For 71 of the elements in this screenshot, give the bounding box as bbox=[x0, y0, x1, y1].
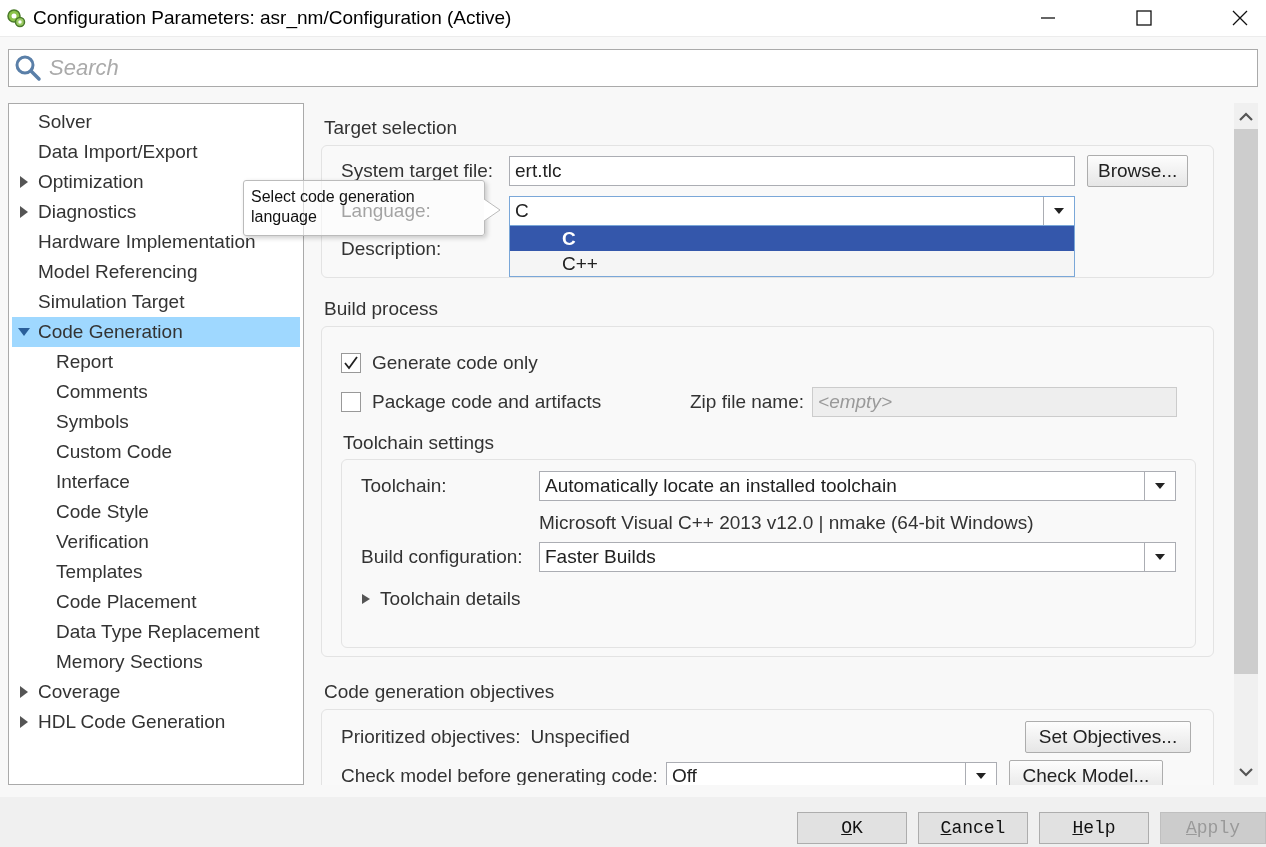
tree-item[interactable]: Optimization bbox=[12, 167, 148, 197]
field-label: System target file: bbox=[341, 160, 495, 182]
dialog-button[interactable]: OK bbox=[797, 812, 907, 844]
tree-item[interactable]: HDL Code Generation bbox=[12, 707, 230, 737]
scrollbar[interactable] bbox=[1234, 103, 1258, 785]
build-configuration-dropdown[interactable]: Faster Builds bbox=[539, 542, 1176, 572]
tooltip-pointer bbox=[484, 199, 502, 221]
tree-item[interactable]: Code Style bbox=[12, 497, 153, 527]
tree-item[interactable]: Memory Sections bbox=[12, 647, 207, 677]
checkbox-label: Package code and artifacts bbox=[372, 390, 603, 413]
caret-icon bbox=[1054, 208, 1064, 214]
tree-item[interactable]: Solver bbox=[12, 107, 96, 137]
caret-icon bbox=[975, 773, 986, 779]
tree-item[interactable]: Custom Code bbox=[12, 437, 177, 467]
tree-item[interactable]: Diagnostics bbox=[12, 197, 141, 227]
caret-icon bbox=[1155, 554, 1165, 560]
tree-item[interactable]: Report bbox=[12, 347, 118, 377]
tree-item[interactable]: Interface bbox=[12, 467, 134, 497]
collapsed-arrow-icon bbox=[18, 176, 30, 188]
field-label: Prioritized objectives: bbox=[341, 726, 521, 748]
tree-item[interactable]: Model Referencing bbox=[12, 257, 202, 287]
tree-item[interactable]: Verification bbox=[12, 527, 153, 557]
collapsed-arrow-icon bbox=[18, 686, 30, 698]
dropdown-option[interactable]: C++ bbox=[510, 251, 1074, 276]
maximize-icon[interactable] bbox=[1134, 8, 1154, 28]
field-label: Zip file name: bbox=[690, 390, 805, 413]
section-title: Build process bbox=[324, 298, 440, 320]
checkbox[interactable] bbox=[341, 352, 361, 373]
dialog-button[interactable]: Help bbox=[1039, 812, 1149, 844]
tree-item[interactable]: Comments bbox=[12, 377, 152, 407]
toolchain-info: Microsoft Visual C++ 2013 v12.0 | nmake (64-bit Windows) bbox=[539, 512, 1035, 534]
collapsed-arrow-icon bbox=[18, 716, 30, 728]
checkmark-icon bbox=[343, 354, 359, 371]
section-title: Code generation objectives bbox=[324, 681, 556, 703]
section-title: Toolchain settings bbox=[343, 432, 496, 454]
tree-item[interactable]: Symbols bbox=[12, 407, 133, 437]
tree-item[interactable]: Data Import/Export bbox=[12, 137, 202, 167]
caret-icon bbox=[1155, 483, 1165, 489]
expanded-arrow-icon bbox=[18, 326, 30, 338]
text-field: <empty> bbox=[812, 386, 1178, 417]
field-value: Unspecified bbox=[530, 726, 630, 748]
search-field[interactable]: Search bbox=[8, 49, 1258, 87]
collapsed-arrow-icon bbox=[361, 594, 371, 604]
text-field[interactable]: ert.tlc bbox=[509, 156, 1075, 186]
tree-item[interactable]: Templates bbox=[12, 557, 147, 587]
close-icon[interactable] bbox=[1230, 8, 1250, 28]
field-label: Toolchain: bbox=[361, 475, 448, 497]
dialog-button[interactable]: Cancel bbox=[918, 812, 1028, 844]
tree-item[interactable]: Code Placement bbox=[12, 587, 201, 617]
collapsed-arrow-icon bbox=[18, 206, 30, 218]
check-model-button[interactable]: Check Model... bbox=[1008, 760, 1163, 785]
toolchain-details-toggle[interactable]: Toolchain details bbox=[361, 588, 1176, 610]
tree-item[interactable]: Simulation Target bbox=[12, 287, 189, 317]
tree-item[interactable]: Hardware Implementation bbox=[12, 227, 260, 257]
section-title: Target selection bbox=[324, 117, 459, 139]
gear-icon bbox=[6, 8, 26, 28]
field-label: Build configuration: bbox=[361, 546, 524, 568]
toolchain-dropdown[interactable]: Automatically locate an installed toolchain bbox=[539, 471, 1176, 501]
check-model-dropdown[interactable]: Off bbox=[665, 762, 997, 785]
tree-item[interactable]: Coverage bbox=[12, 677, 125, 707]
checkbox-label: Generate code only bbox=[372, 351, 539, 374]
set-objectives-button[interactable]: Set Objectives... bbox=[1025, 721, 1191, 753]
field-label: Description: bbox=[341, 238, 443, 260]
window-title: Configuration Parameters: asr_nm/Configuration (Active) bbox=[33, 7, 513, 29]
dropdown-option[interactable]: C bbox=[510, 226, 1074, 251]
language-dropdown[interactable]: C bbox=[509, 196, 1075, 226]
scrollbar-thumb[interactable] bbox=[1234, 129, 1258, 674]
tree-item[interactable]: Code Generation bbox=[12, 317, 300, 347]
tree-item[interactable]: Data Type Replacement bbox=[12, 617, 264, 647]
checkbox[interactable] bbox=[341, 391, 361, 412]
browse-button[interactable]: Browse... bbox=[1087, 155, 1189, 187]
